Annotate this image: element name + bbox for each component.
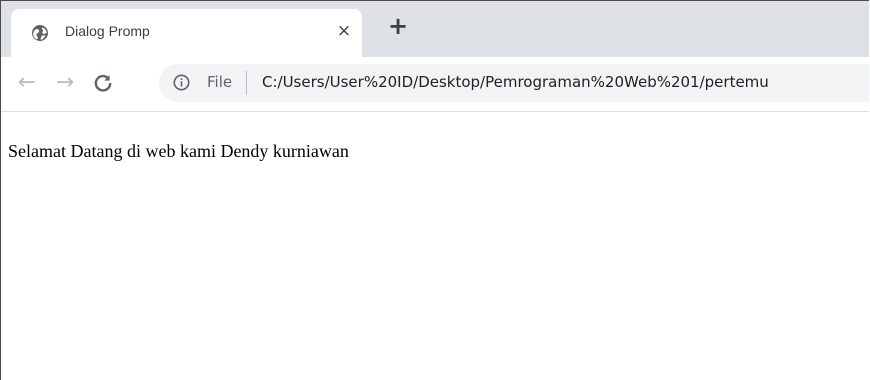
tab-strip: Dialog Promp × + bbox=[1, 1, 869, 57]
globe-icon bbox=[31, 24, 49, 42]
active-tab[interactable]: Dialog Promp × bbox=[11, 9, 362, 57]
welcome-message: Selamat Datang di web kami Dendy kurniaw… bbox=[8, 141, 349, 161]
new-tab-button[interactable]: + bbox=[387, 14, 409, 38]
page-content: Selamat Datang di web kami Dendy kurniaw… bbox=[1, 112, 869, 380]
tab-title: Dialog Promp bbox=[65, 23, 150, 39]
back-button[interactable]: ← bbox=[13, 69, 41, 97]
url-text[interactable]: C:/Users/User%20ID/Desktop/Pemrograman%2… bbox=[262, 73, 769, 91]
forward-button[interactable]: → bbox=[51, 69, 79, 97]
info-icon[interactable] bbox=[173, 74, 190, 91]
scheme-label: File bbox=[207, 73, 233, 91]
browser-window: Dialog Promp × + ← → File C:/Users/User%… bbox=[0, 0, 869, 380]
reload-button[interactable] bbox=[89, 69, 117, 97]
reload-icon bbox=[94, 74, 112, 92]
browser-toolbar: ← → File C:/Users/User%20ID/Desktop/Pemr… bbox=[1, 57, 869, 112]
address-bar[interactable]: File C:/Users/User%20ID/Desktop/Pemrogra… bbox=[159, 64, 869, 102]
address-divider bbox=[246, 71, 247, 95]
close-tab-icon[interactable]: × bbox=[334, 21, 354, 41]
